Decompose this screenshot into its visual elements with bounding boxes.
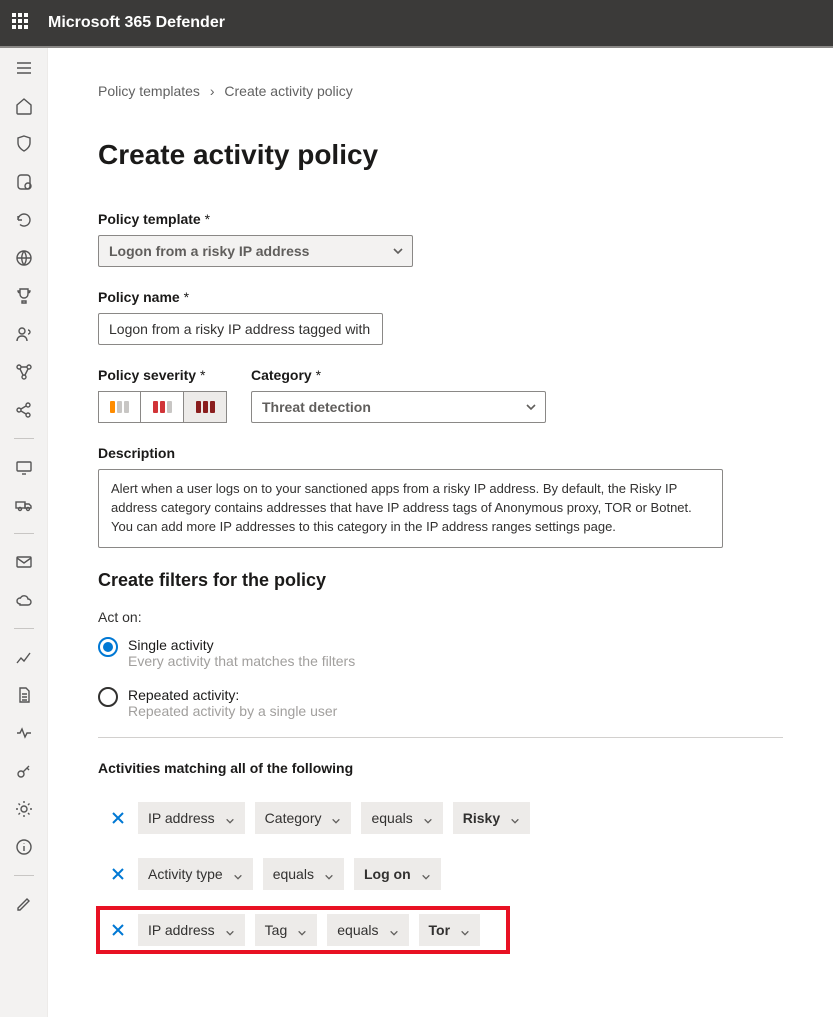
category-value: Threat detection: [262, 399, 371, 415]
filter-chip[interactable]: equals: [361, 802, 442, 834]
browser-icon[interactable]: [14, 248, 34, 268]
nav-divider: [14, 438, 34, 439]
info-icon[interactable]: [14, 837, 34, 857]
edit-icon[interactable]: [14, 894, 34, 914]
name-label: Policy name: [98, 289, 783, 305]
filter-chip[interactable]: Activity type: [138, 858, 253, 890]
chevron-down-icon: [389, 925, 399, 935]
workflow-icon[interactable]: [14, 362, 34, 382]
chevron-down-icon: [233, 869, 243, 879]
filter-chip[interactable]: Risky: [453, 802, 530, 834]
left-nav-rail: [0, 48, 48, 1017]
radio-icon: [98, 637, 118, 657]
top-app-bar: Microsoft 365 Defender: [0, 0, 833, 48]
act-on-label: Act on:: [98, 609, 783, 625]
filter-row-highlight: IP address Tag equals Tor: [98, 908, 508, 952]
filters-heading: Create filters for the policy: [98, 570, 783, 591]
chevron-down-icon: [392, 245, 404, 257]
trophy-icon[interactable]: [14, 286, 34, 306]
nav-divider: [14, 628, 34, 629]
refresh-icon[interactable]: [14, 210, 34, 230]
severity-label: Policy severity: [98, 367, 227, 383]
app-title: Microsoft 365 Defender: [48, 14, 225, 32]
chevron-down-icon: [423, 813, 433, 823]
mail-icon[interactable]: [14, 552, 34, 572]
severity-picker: [98, 391, 227, 423]
template-select[interactable]: Logon from a risky IP address: [98, 235, 413, 267]
filter-chip[interactable]: Log on: [354, 858, 441, 890]
chevron-down-icon: [460, 925, 470, 935]
policy-name-input[interactable]: [98, 313, 383, 345]
filter-row: Activity type equals Log on: [98, 852, 783, 896]
user-group-icon[interactable]: [14, 324, 34, 344]
radio-repeated-title: Repeated activity:: [128, 687, 337, 703]
cloud-icon[interactable]: [14, 590, 34, 610]
health-icon[interactable]: [14, 723, 34, 743]
document-icon[interactable]: [14, 685, 34, 705]
filter-chip[interactable]: equals: [327, 914, 408, 946]
description-label: Description: [98, 445, 783, 461]
menu-icon[interactable]: [14, 58, 34, 78]
tv-icon[interactable]: [14, 457, 34, 477]
share-icon[interactable]: [14, 400, 34, 420]
radio-single-subtitle: Every activity that matches the filters: [128, 653, 355, 669]
chevron-right-icon: ›: [210, 83, 215, 99]
radio-single-title: Single activity: [128, 637, 355, 653]
remove-filter-button[interactable]: [108, 864, 128, 884]
filter-chip[interactable]: Tor: [419, 914, 481, 946]
filter-chip[interactable]: Category: [255, 802, 352, 834]
filter-chip[interactable]: IP address: [138, 802, 245, 834]
chevron-down-icon: [225, 813, 235, 823]
chevron-down-icon: [421, 869, 431, 879]
page-title: Create activity policy: [98, 139, 783, 171]
chart-icon[interactable]: [14, 647, 34, 667]
divider: [98, 737, 783, 738]
breadcrumb: Policy templates › Create activity polic…: [98, 83, 783, 99]
filters-match-label: Activities matching all of the following: [98, 760, 783, 776]
template-label: Policy template: [98, 211, 783, 227]
chevron-down-icon: [525, 401, 537, 413]
waffle-icon[interactable]: [12, 13, 32, 33]
breadcrumb-parent[interactable]: Policy templates: [98, 83, 200, 99]
home-icon[interactable]: [14, 96, 34, 116]
filter-chip[interactable]: equals: [263, 858, 344, 890]
chevron-down-icon: [510, 813, 520, 823]
category-label: Category: [251, 367, 546, 383]
shield-icon[interactable]: [14, 134, 34, 154]
category-select[interactable]: Threat detection: [251, 391, 546, 423]
nav-divider: [14, 533, 34, 534]
asset-icon[interactable]: [14, 172, 34, 192]
radio-icon: [98, 687, 118, 707]
chevron-down-icon: [331, 813, 341, 823]
description-textarea[interactable]: Alert when a user logs on to your sancti…: [98, 469, 723, 548]
main-content: Policy templates › Create activity polic…: [48, 48, 833, 1017]
gear-icon[interactable]: [14, 799, 34, 819]
filter-chip[interactable]: IP address: [138, 914, 245, 946]
breadcrumb-current: Create activity policy: [224, 83, 352, 99]
filter-row: IP address Category equals Risky: [98, 796, 783, 840]
truck-icon[interactable]: [14, 495, 34, 515]
radio-repeated-activity[interactable]: Repeated activity: Repeated activity by …: [98, 687, 783, 719]
chevron-down-icon: [324, 869, 334, 879]
chevron-down-icon: [225, 925, 235, 935]
nav-divider: [14, 875, 34, 876]
remove-filter-button[interactable]: [108, 808, 128, 828]
key-icon[interactable]: [14, 761, 34, 781]
remove-filter-button[interactable]: [108, 920, 128, 940]
severity-high-button[interactable]: [184, 391, 227, 423]
chevron-down-icon: [297, 925, 307, 935]
severity-low-button[interactable]: [98, 391, 141, 423]
radio-single-activity[interactable]: Single activity Every activity that matc…: [98, 637, 783, 669]
severity-medium-button[interactable]: [141, 391, 184, 423]
filter-chip[interactable]: Tag: [255, 914, 318, 946]
template-value: Logon from a risky IP address: [109, 243, 309, 259]
radio-repeated-subtitle: Repeated activity by a single user: [128, 703, 337, 719]
